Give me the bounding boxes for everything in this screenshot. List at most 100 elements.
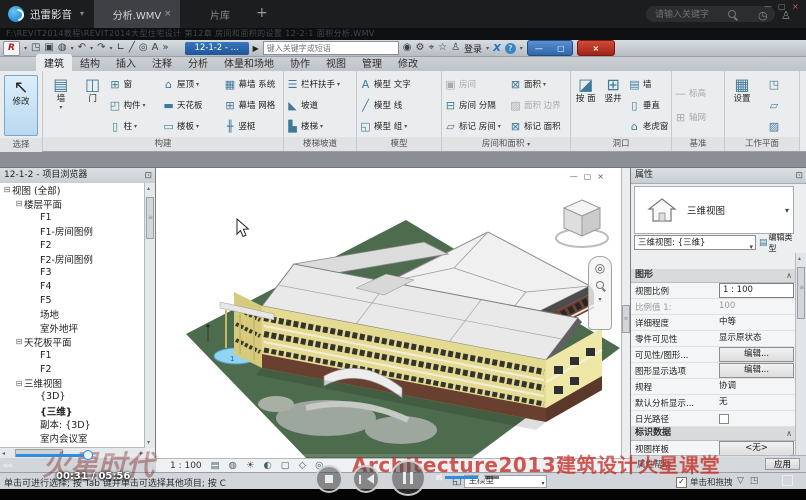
wall-opening-button[interactable]: ▤墙 (628, 75, 669, 93)
property-row[interactable]: 图形显示选项 编辑... (631, 363, 806, 379)
view-restore-icon[interactable]: ▢ (584, 172, 598, 181)
volume-control[interactable] (436, 473, 499, 481)
print-icon[interactable]: ◍ (58, 43, 67, 53)
tag-icon[interactable]: ◎ (139, 43, 148, 53)
help-icon[interactable]: ? (505, 43, 516, 54)
floor-chevron-icon[interactable]: ▾ (196, 123, 199, 130)
scroll-up-icon[interactable]: ▴ (798, 255, 801, 262)
tree-item[interactable]: F5 (0, 293, 144, 307)
property-value[interactable]: 无 (719, 396, 794, 409)
model-line-button[interactable]: ╱模型 线 (359, 96, 439, 114)
graphics-section-header[interactable]: 图形 ∧ (631, 269, 806, 283)
scroll-left-icon[interactable]: ◂ (2, 450, 5, 457)
signin-label[interactable]: 登录 (464, 42, 482, 55)
navigation-bar[interactable]: ◎ ▾ (588, 256, 612, 330)
video-progress-handle[interactable] (83, 450, 93, 460)
ribbon-tab[interactable]: 管理 (354, 54, 390, 71)
model-text-button[interactable]: A模型 文字 (359, 75, 439, 93)
help-chevron-icon[interactable]: ▾ (520, 45, 523, 52)
new-tab-button[interactable]: + (256, 5, 268, 21)
view-close-icon[interactable]: × (597, 172, 610, 181)
property-row[interactable]: 比例值 1: 100 (631, 299, 806, 315)
search-icon[interactable] (728, 10, 736, 18)
property-row[interactable]: 默认分析显示... 无 (631, 395, 806, 411)
scroll-up-icon[interactable]: ▴ (147, 185, 150, 192)
property-value[interactable]: 中等 (719, 316, 794, 329)
tag-room-chevron-icon[interactable]: ▾ (498, 123, 501, 130)
tag-area-button[interactable]: ⊠标记 面积 (509, 117, 568, 135)
viewcube[interactable] (552, 192, 614, 252)
ribbon-tab[interactable]: 插入 (108, 54, 144, 71)
type-chevron-icon[interactable]: ▾ (785, 206, 789, 215)
speaker-icon[interactable] (436, 473, 442, 481)
detail-level-icon[interactable]: ▤ (211, 461, 220, 471)
pin-icon[interactable]: ⊡ (795, 169, 803, 184)
tree-item[interactable]: F1 (0, 211, 144, 225)
property-row[interactable]: 视图比例 1 : 100 (631, 283, 806, 299)
ribbon-tab[interactable]: 结构 (72, 54, 108, 71)
visual-style-icon[interactable]: ◍ (229, 461, 237, 471)
player-search-input[interactable] (646, 6, 775, 22)
component-button[interactable]: ◰构件▾ (108, 96, 160, 114)
app-name[interactable]: 迅雷影音 (30, 7, 72, 22)
property-value[interactable]: 编辑... (719, 347, 794, 362)
steering-wheel-icon[interactable]: ◎ (595, 262, 605, 274)
pin-icon[interactable]: ⊡ (144, 169, 152, 184)
collapse-icon[interactable]: ∧ (786, 427, 792, 440)
workplane-viewer-button[interactable]: ▨ (768, 117, 781, 135)
previous-button[interactable] (352, 465, 380, 493)
property-value[interactable]: 100 (719, 300, 794, 313)
show-workplane-button[interactable]: ◳ (768, 75, 781, 93)
volume-handle[interactable] (478, 474, 485, 481)
video-progress-track[interactable] (16, 454, 790, 457)
print-chevron-icon[interactable]: ▾ (71, 45, 74, 52)
stop-button[interactable] (315, 465, 343, 493)
tree-item[interactable]: F1 (0, 349, 144, 363)
design-option-chevron-icon[interactable]: ▾ (541, 478, 544, 489)
save-icon[interactable]: ▣ (44, 43, 53, 53)
tree-item[interactable]: 视图 (全部) (0, 183, 144, 197)
model-group-chevron-icon[interactable]: ▾ (404, 123, 407, 130)
crop-region-icon[interactable]: ◇ (299, 461, 306, 471)
view-minimize-icon[interactable]: — (570, 172, 584, 181)
view-window-controls[interactable]: —▢× (570, 172, 610, 181)
pause-button[interactable] (390, 460, 426, 496)
ribbon-tab[interactable]: 建筑 (36, 54, 72, 71)
ribbon-tab[interactable]: 注释 (144, 54, 180, 71)
level-button[interactable]: —标高 (674, 84, 722, 102)
mullion-button[interactable]: ╫竖梃 (224, 117, 282, 135)
shaft-button[interactable]: ⊞ 竖井 (600, 73, 625, 137)
modify-button[interactable]: ↖ 修改 (4, 75, 38, 136)
redo-icon[interactable]: ↷ (97, 43, 105, 53)
tree-item[interactable]: 场地 (0, 307, 144, 321)
ribbon-tab[interactable]: 协作 (282, 54, 318, 71)
ref-plane-button[interactable]: ▱ (768, 96, 781, 114)
set-workplane-button[interactable]: ▦ 设置 (727, 73, 757, 137)
property-value[interactable]: 编辑... (719, 363, 794, 378)
player-minimize-button[interactable]: — (764, 2, 772, 11)
stair-button[interactable]: ▙楼梯▾ (286, 117, 354, 135)
app-menu-chevron-icon[interactable]: ▾ (80, 9, 84, 18)
redo-chevron-icon[interactable]: ▾ (109, 45, 112, 52)
tree-item[interactable]: F2-房间图例 (0, 252, 144, 266)
door-button[interactable]: ◫ 门 (79, 73, 107, 137)
identity-section-header[interactable]: 标识数据 ∧ (631, 427, 806, 441)
properties-title[interactable]: 属性 ⊡ (631, 168, 806, 184)
tree-item[interactable]: F4 (0, 280, 144, 294)
player-close-button[interactable]: × (792, 2, 799, 11)
tree-expander-icon[interactable] (14, 379, 24, 388)
column-button[interactable]: ▯柱▾ (108, 117, 160, 135)
tree-item[interactable]: {3D} (0, 390, 144, 404)
undo-icon[interactable]: ↶ (78, 43, 86, 53)
opening-by-face-button[interactable]: ◪ 按 面 (573, 73, 598, 137)
property-row[interactable]: 零件可见性 显示原状态 (631, 331, 806, 347)
floor-button[interactable]: ▭楼板▾ (162, 117, 221, 135)
revit-logo[interactable]: R (3, 41, 20, 56)
player-tab-library[interactable]: 片库 (190, 0, 250, 28)
property-row[interactable]: 规程 协调 (631, 379, 806, 395)
app-button-chevron-icon[interactable]: ▾ (24, 45, 27, 52)
property-value[interactable]: 显示原状态 (719, 332, 794, 345)
shadows-icon[interactable]: ◐ (263, 461, 271, 471)
ribbon-tab[interactable]: 分析 (180, 54, 216, 71)
revit-restore-icon[interactable]: ▢ (557, 44, 565, 53)
